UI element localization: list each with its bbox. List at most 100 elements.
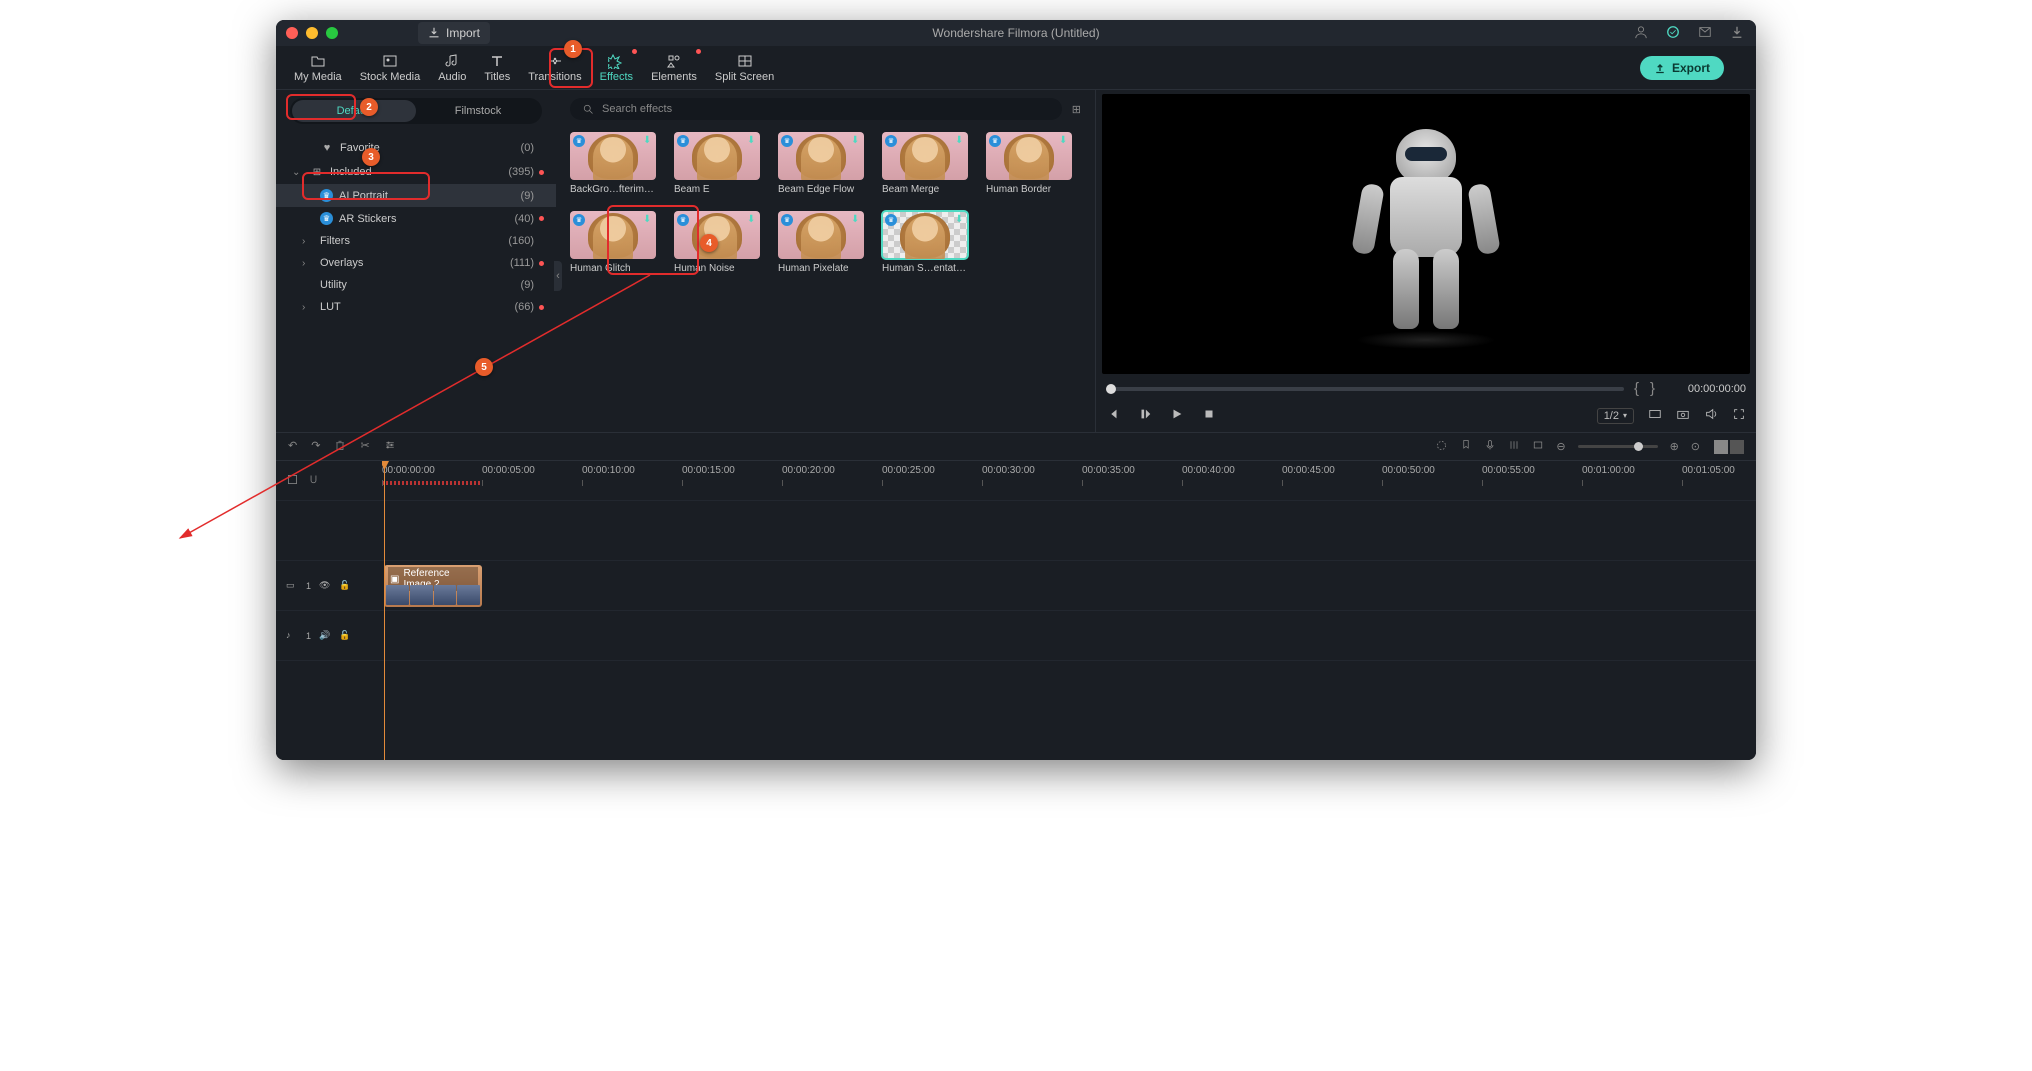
zoom-out-icon[interactable]: ⊖ xyxy=(1556,440,1565,453)
fullscreen-icon[interactable] xyxy=(1732,407,1746,424)
redo-icon[interactable]: ↷ xyxy=(311,439,320,454)
export-button[interactable]: Export xyxy=(1640,56,1724,80)
tab-split-screen[interactable]: Split Screen xyxy=(709,51,780,85)
magnet-icon[interactable] xyxy=(307,473,320,488)
cut-icon[interactable]: ✂ xyxy=(360,439,369,454)
tab-effects[interactable]: Effects xyxy=(594,51,639,85)
effect-item[interactable]: ♛ ⬇ Human Border xyxy=(986,132,1072,195)
tree-lut[interactable]: › LUT (66) xyxy=(276,296,556,318)
new-dot xyxy=(539,216,544,221)
visibility-icon[interactable]: 👁 xyxy=(319,580,331,592)
effect-item[interactable]: ♛ ⬇ Beam Merge xyxy=(882,132,968,195)
tab-elements[interactable]: Elements xyxy=(645,51,703,85)
quality-icon[interactable] xyxy=(1648,407,1662,424)
mark-out-icon[interactable]: } xyxy=(1650,380,1656,397)
search-input[interactable]: Search effects xyxy=(570,98,1062,120)
snapshot-icon[interactable] xyxy=(1676,407,1690,424)
effect-label: Human S…entation xyxy=(882,263,968,274)
subtab-default[interactable]: Default xyxy=(292,100,416,122)
effect-item[interactable]: ♛ ⬇ Human S…entation xyxy=(882,211,968,274)
effect-item[interactable]: ♛ ⬇ Human Glitch xyxy=(570,211,656,274)
video-clip[interactable]: ▣Reference Image 2 xyxy=(384,565,482,607)
sidebar-collapse-handle[interactable]: ‹ xyxy=(554,261,562,291)
download-icon[interactable] xyxy=(1730,25,1744,42)
ruler-tick: 00:00:45:00 xyxy=(1282,465,1335,486)
ruler-tick: 00:00:55:00 xyxy=(1482,465,1535,486)
cloud-icon[interactable] xyxy=(1666,25,1680,42)
lock-icon[interactable]: 🔓 xyxy=(339,630,351,642)
account-icon[interactable] xyxy=(1634,25,1648,42)
crop-icon[interactable] xyxy=(1532,439,1544,454)
subtab-filmstock[interactable]: Filmstock xyxy=(416,100,540,122)
tab-stock-media[interactable]: Stock Media xyxy=(354,51,427,85)
download-icon[interactable]: ⬇ xyxy=(851,135,861,145)
marker-icon[interactable] xyxy=(1460,439,1472,454)
crown-icon: ♛ xyxy=(885,214,897,226)
effect-item[interactable]: ♛ ⬇ BackGro…fterimage xyxy=(570,132,656,195)
tree-filters[interactable]: › Filters (160) xyxy=(276,230,556,252)
preview-content xyxy=(1341,129,1511,339)
preview-scrubber[interactable] xyxy=(1106,387,1624,391)
preview-scale-select[interactable]: 1/2▾ xyxy=(1597,408,1634,424)
download-icon[interactable]: ⬇ xyxy=(643,135,653,145)
voiceover-icon[interactable] xyxy=(1484,439,1496,454)
play-icon[interactable] xyxy=(1170,407,1184,424)
spacer-track[interactable] xyxy=(382,501,1756,561)
stop-icon[interactable] xyxy=(1202,407,1216,424)
tree-utility[interactable]: Utility (9) xyxy=(276,274,556,296)
tree-ar-stickers[interactable]: ♛ AR Stickers (40) xyxy=(276,207,556,230)
play-pause-icon[interactable] xyxy=(1138,407,1152,424)
empty-area[interactable] xyxy=(382,661,1756,741)
message-icon[interactable] xyxy=(1698,25,1712,42)
effect-item[interactable]: ♛ ⬇ Beam E xyxy=(674,132,760,195)
timeline-body[interactable]: 00:00:00:0000:00:05:0000:00:10:0000:00:1… xyxy=(382,461,1756,760)
close-window[interactable] xyxy=(286,27,298,39)
effect-thumb: ♛ ⬇ xyxy=(986,132,1072,180)
tab-my-media[interactable]: My Media xyxy=(288,51,348,85)
ruler-tick: 00:00:30:00 xyxy=(982,465,1035,486)
maximize-window[interactable] xyxy=(326,27,338,39)
grid-view-toggle[interactable]: ⊞ xyxy=(1072,103,1081,116)
mute-icon[interactable]: 🔊 xyxy=(319,630,331,642)
effect-item[interactable]: ♛ ⬇ Human Pixelate xyxy=(778,211,864,274)
tree-included[interactable]: ⌄ ⊞ Included (395) xyxy=(276,160,556,184)
video-track[interactable]: ▣Reference Image 2 xyxy=(382,561,1756,611)
video-icon: ▭ xyxy=(286,580,298,592)
volume-icon[interactable] xyxy=(1704,407,1718,424)
tab-audio[interactable]: Audio xyxy=(432,51,472,85)
tree-favorite[interactable]: ♥ Favorite (0) xyxy=(276,136,556,160)
delete-icon[interactable] xyxy=(334,439,346,454)
zoom-in-icon[interactable]: ⊕ xyxy=(1670,440,1679,453)
link-icon[interactable] xyxy=(286,473,299,488)
import-button[interactable]: Import xyxy=(418,22,490,44)
download-icon[interactable]: ⬇ xyxy=(643,214,653,224)
download-icon[interactable]: ⬇ xyxy=(851,214,861,224)
timeline-ruler[interactable]: 00:00:00:0000:00:05:0000:00:10:0000:00:1… xyxy=(382,461,1756,501)
adjust-icon[interactable] xyxy=(384,439,396,454)
preview-viewport[interactable] xyxy=(1102,94,1750,374)
minimize-window[interactable] xyxy=(306,27,318,39)
mixer-icon[interactable] xyxy=(1508,439,1520,454)
effect-item[interactable]: ♛ ⬇ Beam Edge Flow xyxy=(778,132,864,195)
timeline-options[interactable] xyxy=(276,461,382,501)
mark-in-icon[interactable]: { xyxy=(1634,380,1640,397)
zoom-fit-icon[interactable]: ⊙ xyxy=(1691,440,1700,453)
zoom-slider[interactable] xyxy=(1578,445,1658,448)
undo-icon[interactable]: ↶ xyxy=(288,439,297,454)
download-icon[interactable]: ⬇ xyxy=(955,135,965,145)
window-title: Wondershare Filmora (Untitled) xyxy=(932,26,1099,40)
prev-frame-icon[interactable] xyxy=(1106,407,1120,424)
download-icon[interactable]: ⬇ xyxy=(747,214,757,224)
download-icon[interactable]: ⬇ xyxy=(747,135,757,145)
download-icon[interactable]: ⬇ xyxy=(1059,135,1069,145)
tree-overlays[interactable]: › Overlays (111) xyxy=(276,252,556,274)
tab-titles[interactable]: Titles xyxy=(478,51,516,85)
lock-icon[interactable]: 🔓 xyxy=(339,580,351,592)
render-icon[interactable] xyxy=(1435,439,1448,455)
main-tabs: My Media Stock Media Audio Titles Transi… xyxy=(276,46,1756,90)
tree-ai-portrait[interactable]: ♛ AI Portrait (9) xyxy=(276,184,556,207)
download-icon[interactable]: ⬇ xyxy=(955,214,965,224)
playhead[interactable] xyxy=(384,461,385,760)
timeline-view-toggle[interactable] xyxy=(1712,440,1744,454)
audio-track[interactable] xyxy=(382,611,1756,661)
